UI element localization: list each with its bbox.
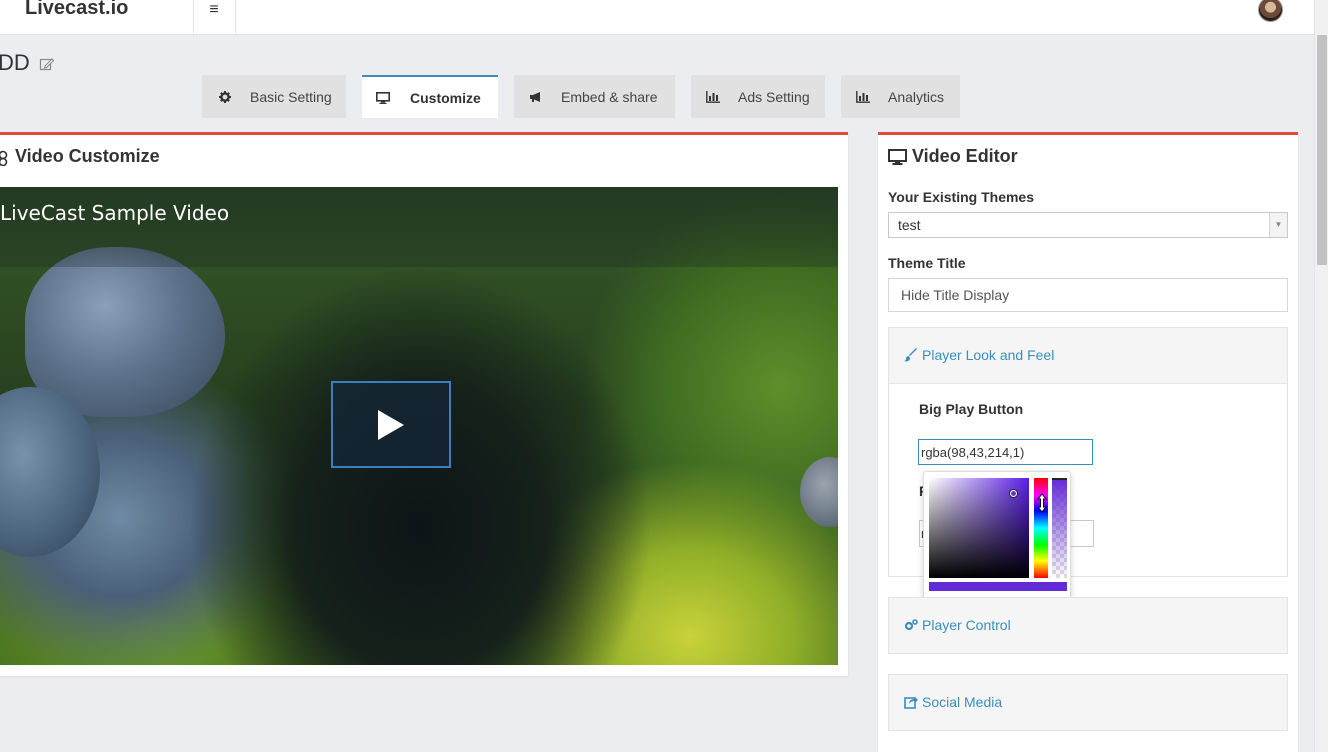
film-icon xyxy=(0,150,8,166)
page-scrollbar[interactable] xyxy=(1314,0,1328,752)
section-title: Social Media xyxy=(922,694,1003,710)
tab-ads-setting[interactable]: Ads Setting xyxy=(691,75,825,118)
navbar-divider xyxy=(235,0,236,35)
tab-label: Ads Setting xyxy=(738,88,810,105)
resize-cursor-icon xyxy=(1036,493,1048,513)
social-media-section: Social Media xyxy=(888,674,1288,731)
theme-title-label: Theme Title xyxy=(888,255,966,271)
tab-label: Analytics xyxy=(888,88,945,105)
panel-title: Video Customize xyxy=(15,146,160,166)
tab-basic-setting[interactable]: Basic Setting xyxy=(202,75,346,118)
top-navbar: Livecast.io ≡ xyxy=(0,0,1314,35)
video-frame-rock xyxy=(800,457,838,527)
scrollbar-thumb[interactable] xyxy=(1317,35,1327,265)
theme-select-value: test xyxy=(898,217,921,233)
player-control-section: Player Control xyxy=(888,597,1288,654)
color-preview xyxy=(929,582,1067,591)
dropdown-arrow-icon[interactable]: ▼ xyxy=(1269,213,1287,237)
theme-select[interactable]: test ▼ xyxy=(888,212,1288,238)
user-avatar[interactable] xyxy=(1258,0,1283,22)
tab-label: Embed & share xyxy=(561,88,658,105)
gear-icon xyxy=(218,90,232,104)
player-control-header[interactable]: Player Control xyxy=(889,598,1287,653)
bar-chart-icon xyxy=(856,90,870,104)
sidebar-toggle-button[interactable]: ≡ xyxy=(193,0,235,35)
alpha-slider[interactable] xyxy=(1052,478,1067,578)
bullhorn-icon xyxy=(529,90,543,104)
panel-title: Video Editor xyxy=(912,146,1018,166)
video-frame-rock xyxy=(25,247,225,417)
player-look-feel-header[interactable]: Player Look and Feel xyxy=(889,328,1287,384)
video-title-bar: LiveCast Sample Video xyxy=(0,187,838,267)
theme-title-input[interactable] xyxy=(888,278,1288,312)
video-title: LiveCast Sample Video xyxy=(0,201,230,225)
play-icon xyxy=(378,409,404,440)
saturation-picker[interactable] xyxy=(929,478,1029,578)
tab-embed-share[interactable]: Embed & share xyxy=(514,75,675,118)
video-player[interactable]: LiveCast Sample Video xyxy=(0,187,838,665)
edit-icon[interactable] xyxy=(39,56,55,72)
big-play-button[interactable] xyxy=(331,381,451,468)
monitor-icon xyxy=(888,149,907,165)
brand-logo[interactable]: Livecast.io xyxy=(25,0,128,20)
big-play-button-label: Big Play Button xyxy=(919,401,1024,417)
paint-brush-icon xyxy=(904,348,917,362)
social-media-header[interactable]: Social Media xyxy=(889,675,1287,730)
big-play-button-color-input[interactable] xyxy=(918,439,1093,465)
bar-chart-icon xyxy=(706,90,720,104)
tab-customize[interactable]: Customize xyxy=(362,75,498,118)
gears-icon xyxy=(904,619,918,631)
tab-label: Basic Setting xyxy=(250,88,332,105)
page-title: DD xyxy=(0,50,30,75)
hamburger-icon: ≡ xyxy=(209,0,219,18)
tab-label: Customize xyxy=(410,89,481,106)
tab-analytics[interactable]: Analytics xyxy=(841,75,960,118)
share-icon xyxy=(904,697,918,709)
monitor-icon xyxy=(376,91,390,105)
saturation-cursor[interactable] xyxy=(1010,490,1017,497)
section-title: Player Control xyxy=(922,617,1011,633)
section-title: Player Look and Feel xyxy=(922,347,1055,363)
themes-label: Your Existing Themes xyxy=(888,189,1034,205)
